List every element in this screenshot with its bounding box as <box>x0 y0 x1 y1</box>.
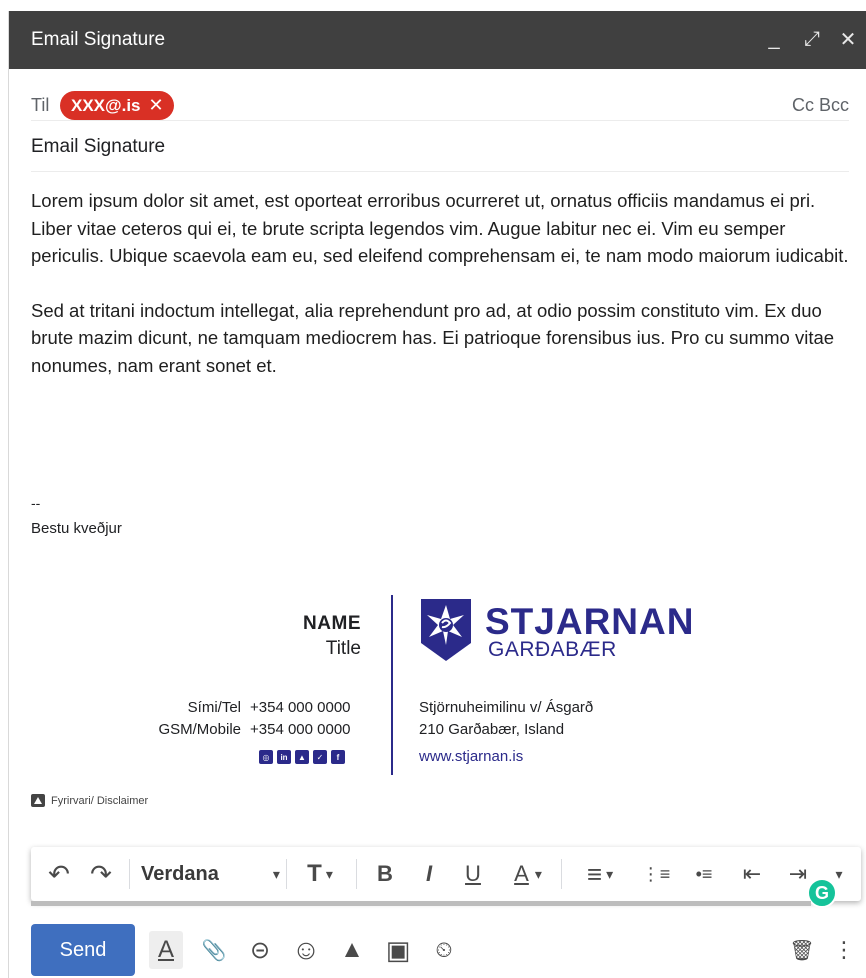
emoji-icon[interactable]: ☺ <box>289 931 323 969</box>
subject-field[interactable]: Email Signature <box>31 136 165 158</box>
signature-contact: Sími/Tel +354 000 0000 GSM/Mobile +354 000… <box>125 697 351 741</box>
signature-separator: -- <box>31 495 41 511</box>
toolbar-shadow-strip <box>31 901 811 906</box>
signature-title: Title <box>325 638 361 659</box>
undo-icon[interactable]: ↶ <box>43 859 75 889</box>
phone-value: +354 000 0000 <box>250 699 351 716</box>
toolbar-divider <box>561 859 562 889</box>
toolbar-divider <box>286 859 287 889</box>
link-icon[interactable]: ⊝ <box>243 931 277 969</box>
snapchat-icon[interactable]: ▲ <box>295 750 309 764</box>
expand-icon[interactable]: ⤢ <box>799 25 825 53</box>
toolbar-divider <box>129 859 130 889</box>
stjarnan-emblem-icon <box>421 599 471 661</box>
compose-window: Email Signature _ ⤢ ✕ Til XXX@.is ✕ Cc B… <box>8 11 866 978</box>
disclaimer-icon <box>31 794 45 807</box>
body-paragraph-1: Lorem ipsum dolor sit amet, est oporteat… <box>31 190 849 266</box>
bulleted-list-icon[interactable]: •≡ <box>687 860 721 888</box>
instagram-icon[interactable]: ◎ <box>259 750 273 764</box>
message-body[interactable]: Lorem ipsum dolor sit amet, est oporteat… <box>31 187 861 406</box>
italic-icon[interactable]: I <box>415 860 443 888</box>
more-options-icon[interactable]: ⋮ <box>827 931 861 969</box>
redo-icon[interactable]: ↷ <box>85 859 117 889</box>
linkedin-icon[interactable]: in <box>277 750 291 764</box>
phone-label: Sími/Tel <box>187 699 241 716</box>
send-button[interactable]: Send <box>31 924 135 976</box>
recipients-row[interactable]: Til XXX@.is ✕ Cc Bcc <box>31 81 849 121</box>
compose-title: Email Signature <box>31 29 166 50</box>
numbered-list-icon[interactable]: ⋮≡ <box>639 860 673 888</box>
attach-icon[interactable]: 📎 <box>197 931 231 969</box>
chevron-down-icon: ▾ <box>325 865 333 882</box>
bold-icon[interactable]: B <box>371 860 399 888</box>
text-color-icon[interactable]: A ▾ <box>503 860 553 888</box>
subject-row[interactable]: Email Signature <box>31 122 849 172</box>
logo-subtitle: GARÐABÆR <box>488 638 617 661</box>
toolbar-divider <box>356 859 357 889</box>
formatting-toolbar: ↶ ↷ Verdana ▾ T ▾ B I U A ▾ ≡ ▾ ⋮≡ •≡ ⇤ ⇥ ▾… <box>31 847 861 908</box>
disclaimer-link[interactable]: Fyrirvari/ Disclaimer <box>31 794 148 807</box>
signature-name: NAME <box>303 613 361 634</box>
text-color-glyph: A <box>514 861 529 886</box>
mobile-value: +354 000 0000 <box>250 721 351 738</box>
address-line-2: 210 Garðabær, Island <box>419 721 565 738</box>
twitter-icon[interactable]: ✓ <box>313 750 327 764</box>
facebook-icon[interactable]: f <box>331 750 345 764</box>
underline-icon[interactable]: U <box>459 860 487 888</box>
signature-address: Stjörnuheimilinu v/ Ásgarð 210 Garðabær,… <box>419 697 593 741</box>
confidential-mode-icon[interactable]: ⏲ <box>427 931 461 969</box>
chevron-down-icon: ▾ <box>606 865 614 882</box>
font-select[interactable]: Verdana ▾ <box>141 860 281 888</box>
chevron-down-icon: ▾ <box>272 865 280 882</box>
website-link[interactable]: www.stjarnan.is <box>419 748 523 765</box>
chevron-down-icon: ▾ <box>534 865 542 882</box>
grammarly-icon[interactable]: G <box>807 878 837 908</box>
text-size-glyph: T <box>307 860 322 887</box>
social-icons: ◎ in ▲ ✓ f <box>259 750 345 764</box>
formatting-options-icon[interactable]: A <box>149 931 183 969</box>
cc-bcc-link[interactable]: Cc Bcc <box>792 95 849 116</box>
recipient-chip[interactable]: XXX@.is ✕ <box>60 91 174 120</box>
align-icon[interactable]: ≡ ▾ <box>575 858 625 889</box>
font-name: Verdana <box>141 862 219 885</box>
mobile-label: GSM/Mobile <box>158 721 241 738</box>
align-glyph: ≡ <box>586 858 603 889</box>
minimize-icon[interactable]: _ <box>761 25 787 53</box>
photo-icon[interactable]: ▣ <box>381 931 415 969</box>
trash-icon[interactable]: 🗑 <box>785 931 819 969</box>
compose-titlebar[interactable]: Email Signature _ ⤢ ✕ <box>9 11 866 69</box>
drive-icon[interactable]: ▲ <box>335 931 369 969</box>
close-icon[interactable]: ✕ <box>835 25 861 53</box>
logo-name: STJARNAN <box>485 601 695 642</box>
recipient-email: XXX@.is <box>71 95 141 115</box>
indent-less-icon[interactable]: ⇤ <box>735 860 769 888</box>
to-label: Til <box>31 95 50 115</box>
signature-divider <box>391 595 393 775</box>
disclaimer-text: Fyrirvari/ Disclaimer <box>51 794 149 807</box>
text-size-icon[interactable]: T ▾ <box>295 860 345 888</box>
address-line-1: Stjörnuheimilinu v/ Ásgarð <box>419 699 594 716</box>
body-paragraph-2: Sed at tritani indoctum intellegat, alia… <box>31 299 835 376</box>
remove-recipient-icon[interactable]: ✕ <box>149 95 164 116</box>
signature-regards: Bestu kveðjur <box>31 520 122 537</box>
